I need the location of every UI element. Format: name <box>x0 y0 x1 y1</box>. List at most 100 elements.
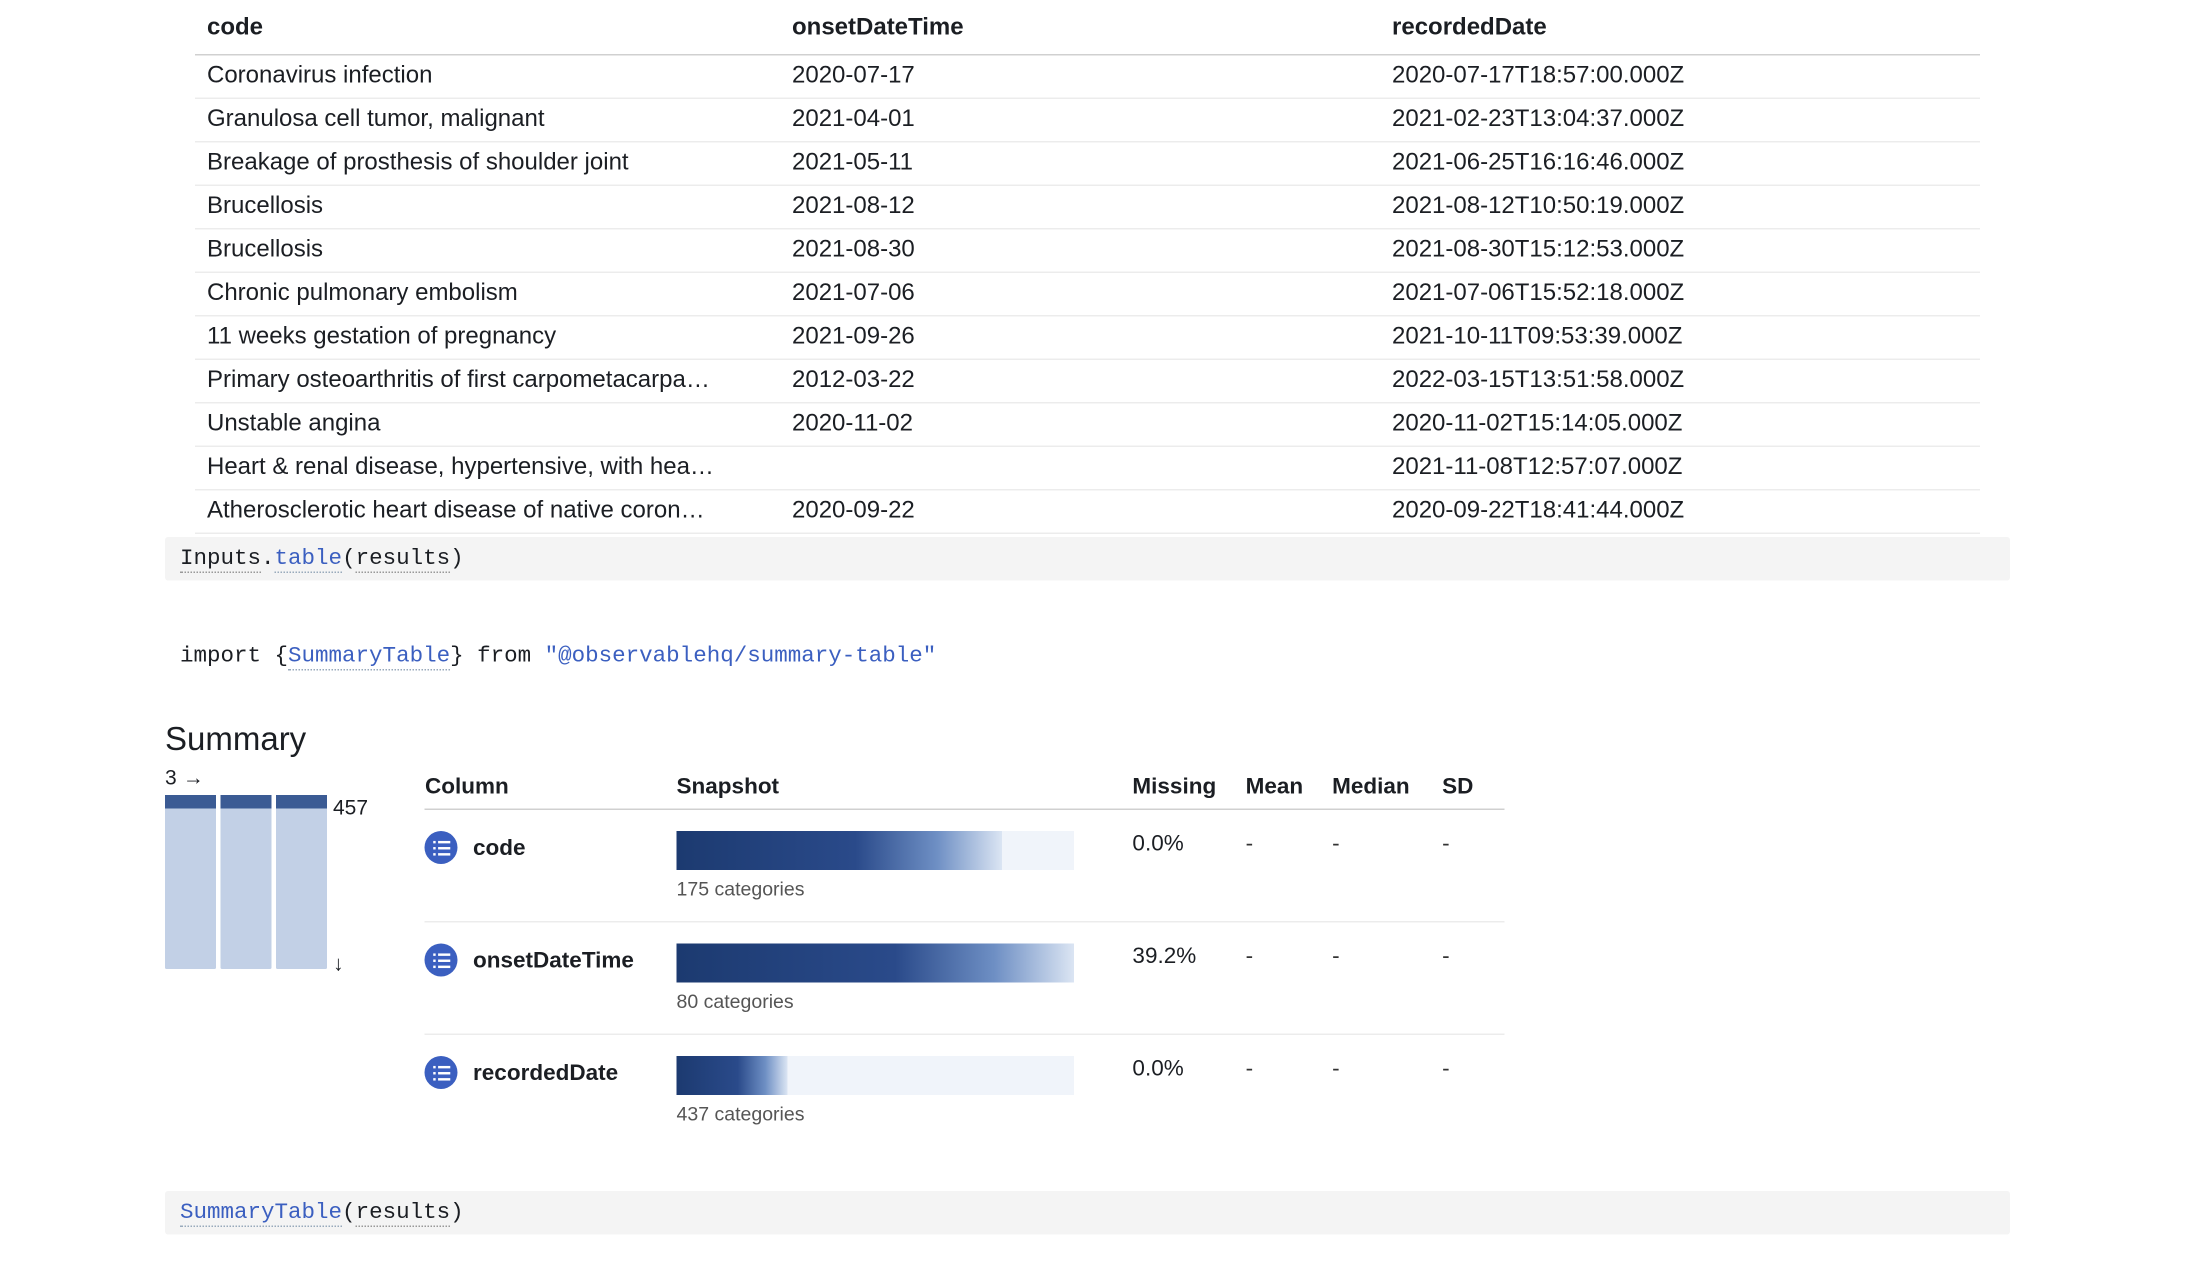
summary-mini-preview: 3 → 457 ↓ <box>165 765 368 975</box>
table-row[interactable]: Atherosclerotic heart disease of native … <box>195 490 1980 534</box>
mini-col-count: 3 <box>165 765 177 789</box>
code-cell-summarytable[interactable]: SummaryTable(results) <box>165 1191 2010 1235</box>
table-cell: 2021-05-11 <box>780 142 1380 186</box>
summary-median: - <box>1332 809 1442 922</box>
arrow-down-icon: ↓ <box>333 951 368 975</box>
table-cell: 2012-03-22 <box>780 359 1380 403</box>
summary-col-name: onsetDateTime <box>473 947 634 973</box>
table-cell: 2021-04-01 <box>780 98 1380 142</box>
table-header-row: code onsetDateTime recordedDate <box>195 0 1980 55</box>
table-cell: Coronavirus infection <box>195 55 780 99</box>
table-cell: Breakage of prosthesis of shoulder joint <box>195 142 780 186</box>
summary-table: Column Snapshot Missing Mean Median SD c… <box>425 765 1505 1146</box>
code-cell-import[interactable]: import {SummaryTable} from "@observableh… <box>165 635 2010 679</box>
table-row[interactable]: Brucellosis2021-08-302021-08-30T15:12:53… <box>195 229 1980 273</box>
code-space <box>531 644 545 670</box>
table-cell: Chronic pulmonary embolism <box>195 272 780 316</box>
snapshot-bar <box>677 944 1075 983</box>
list-icon <box>425 831 458 864</box>
code-dot: . <box>261 546 275 572</box>
snapshot-bar <box>677 1056 1075 1095</box>
table-row[interactable]: Granulosa cell tumor, malignant2021-04-0… <box>195 98 1980 142</box>
summary-sd: - <box>1442 1034 1505 1146</box>
table-cell: 2021-07-06 <box>780 272 1380 316</box>
table-cell: 2021-08-30 <box>780 229 1380 273</box>
table-cell: 2021-02-23T13:04:37.000Z <box>1380 98 1980 142</box>
table-cell: 2020-11-02T15:14:05.000Z <box>1380 403 1980 447</box>
st-h-missing: Missing <box>1132 765 1245 809</box>
table-cell: Primary osteoarthritis of first carpomet… <box>195 359 780 403</box>
table-cell: 2021-10-11T09:53:39.000Z <box>1380 316 1980 360</box>
code-paren: ( <box>342 546 356 572</box>
snapshot-note: 437 categories <box>677 1103 1118 1126</box>
table-row[interactable]: Brucellosis2021-08-122021-08-12T10:50:19… <box>195 185 1980 229</box>
code-paren: ( <box>342 1200 356 1226</box>
table-row[interactable]: Chronic pulmonary embolism2021-07-062021… <box>195 272 1980 316</box>
list-icon <box>425 944 458 977</box>
summary-mean: - <box>1246 922 1332 1035</box>
table-row[interactable]: Unstable angina2020-11-022020-11-02T15:1… <box>195 403 1980 447</box>
summary-median: - <box>1332 1034 1442 1146</box>
table-cell: Granulosa cell tumor, malignant <box>195 98 780 142</box>
mini-row-count: 457 <box>333 765 368 819</box>
table-cell: Unstable angina <box>195 403 780 447</box>
snapshot-note: 80 categories <box>677 990 1118 1013</box>
th-onset[interactable]: onsetDateTime <box>780 0 1380 55</box>
mini-thumbnail <box>165 795 327 969</box>
table-cell: Atherosclerotic heart disease of native … <box>195 490 780 534</box>
code-paren: ) <box>450 546 464 572</box>
table-row[interactable]: 11 weeks gestation of pregnancy2021-09-2… <box>195 316 1980 360</box>
summary-row: onsetDateTime80 categories39.2%--- <box>425 922 1505 1035</box>
summary-sd: - <box>1442 809 1505 922</box>
list-icon <box>425 1056 458 1089</box>
code-keyword: from <box>477 644 531 670</box>
summary-missing: 39.2% <box>1132 922 1245 1035</box>
table-cell: 2021-08-12 <box>780 185 1380 229</box>
summary-col-name: recordedDate <box>473 1060 618 1086</box>
th-code[interactable]: code <box>195 0 780 55</box>
summary-row: recordedDate437 categories0.0%--- <box>425 1034 1505 1146</box>
st-h-mean: Mean <box>1246 765 1332 809</box>
summary-missing: 0.0% <box>1132 809 1245 922</box>
code-fn: SummaryTable <box>180 1200 342 1227</box>
table-cell: 2020-07-17T18:57:00.000Z <box>1380 55 1980 99</box>
summary-col-name: code <box>473 835 526 861</box>
table-cell: 2021-09-26 <box>780 316 1380 360</box>
code-method: table <box>275 546 343 573</box>
code-module: "@observablehq/summary-table" <box>545 644 937 670</box>
results-table[interactable]: code onsetDateTime recordedDate Coronavi… <box>195 0 1980 534</box>
table-row[interactable]: Coronavirus infection2020-07-172020-07-1… <box>195 55 1980 99</box>
table-row[interactable]: Primary osteoarthritis of first carpomet… <box>195 359 1980 403</box>
table-cell: 2021-08-30T15:12:53.000Z <box>1380 229 1980 273</box>
table-cell: Heart & renal disease, hypertensive, wit… <box>195 446 780 490</box>
table-cell: 2021-08-12T10:50:19.000Z <box>1380 185 1980 229</box>
code-arg: results <box>356 1200 451 1227</box>
table-cell: 2021-06-25T16:16:46.000Z <box>1380 142 1980 186</box>
summary-mean: - <box>1246 809 1332 922</box>
summary-row: code175 categories0.0%--- <box>425 809 1505 922</box>
table-row[interactable]: Breakage of prosthesis of shoulder joint… <box>195 142 1980 186</box>
st-h-column: Column <box>425 765 677 809</box>
table-cell: 2020-11-02 <box>780 403 1380 447</box>
summary-median: - <box>1332 922 1442 1035</box>
code-paren: ) <box>450 1200 464 1226</box>
table-cell: 2021-11-08T12:57:07.000Z <box>1380 446 1980 490</box>
snapshot-bar <box>677 831 1075 870</box>
table-cell: 2022-03-15T13:51:58.000Z <box>1380 359 1980 403</box>
code-cell-inputs-table[interactable]: Inputs.table(results) <box>165 537 2010 581</box>
st-h-sd: SD <box>1442 765 1505 809</box>
code-token: Inputs <box>180 546 261 573</box>
summary-missing: 0.0% <box>1132 1034 1245 1146</box>
mini-col-bar <box>165 795 216 969</box>
table-cell: 11 weeks gestation of pregnancy <box>195 316 780 360</box>
table-cell <box>780 446 1380 490</box>
snapshot-note: 175 categories <box>677 878 1118 901</box>
table-cell: 2020-09-22T18:41:44.000Z <box>1380 490 1980 534</box>
mini-col-bar <box>276 795 327 969</box>
st-h-median: Median <box>1332 765 1442 809</box>
table-row[interactable]: Heart & renal disease, hypertensive, wit… <box>195 446 1980 490</box>
code-brace: } <box>450 644 477 670</box>
th-recorded[interactable]: recordedDate <box>1380 0 1980 55</box>
summary-mean: - <box>1246 1034 1332 1146</box>
mini-col-bar <box>221 795 272 969</box>
